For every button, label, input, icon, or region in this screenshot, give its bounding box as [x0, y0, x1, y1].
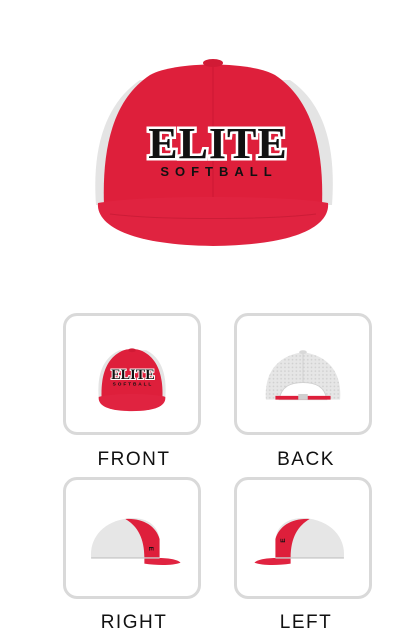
cap-left-view-icon: E	[254, 518, 345, 565]
logo-sub-text: SOFTBALL	[160, 164, 277, 179]
thumbnail-right[interactable]: E	[63, 477, 201, 599]
svg-text:E: E	[280, 538, 287, 543]
logo-main-text: ELITE	[148, 119, 288, 168]
thumbnail-left[interactable]: E	[234, 477, 372, 599]
main-product-image: ELITE SOFTBALL	[0, 0, 416, 300]
cap-front-view-icon: ELITE SOFTBALL	[98, 348, 166, 412]
view-label-back: BACK	[277, 449, 335, 470]
view-label-right: RIGHT	[100, 612, 168, 633]
thumbnail-front[interactable]: ELITE SOFTBALL	[63, 313, 201, 435]
thumb-logo-main: ELITE	[111, 367, 155, 383]
cap-back-view-icon	[265, 350, 341, 401]
thumb-logo-sub: SOFTBALL	[113, 381, 154, 387]
view-label-left: LEFT	[279, 612, 333, 633]
cap-front-main: ELITE SOFTBALL	[95, 59, 333, 246]
svg-text:E: E	[147, 547, 154, 552]
cap-right-view-icon: E	[90, 518, 181, 565]
thumbnail-back[interactable]	[234, 313, 372, 435]
view-label-front: FRONT	[97, 449, 171, 470]
